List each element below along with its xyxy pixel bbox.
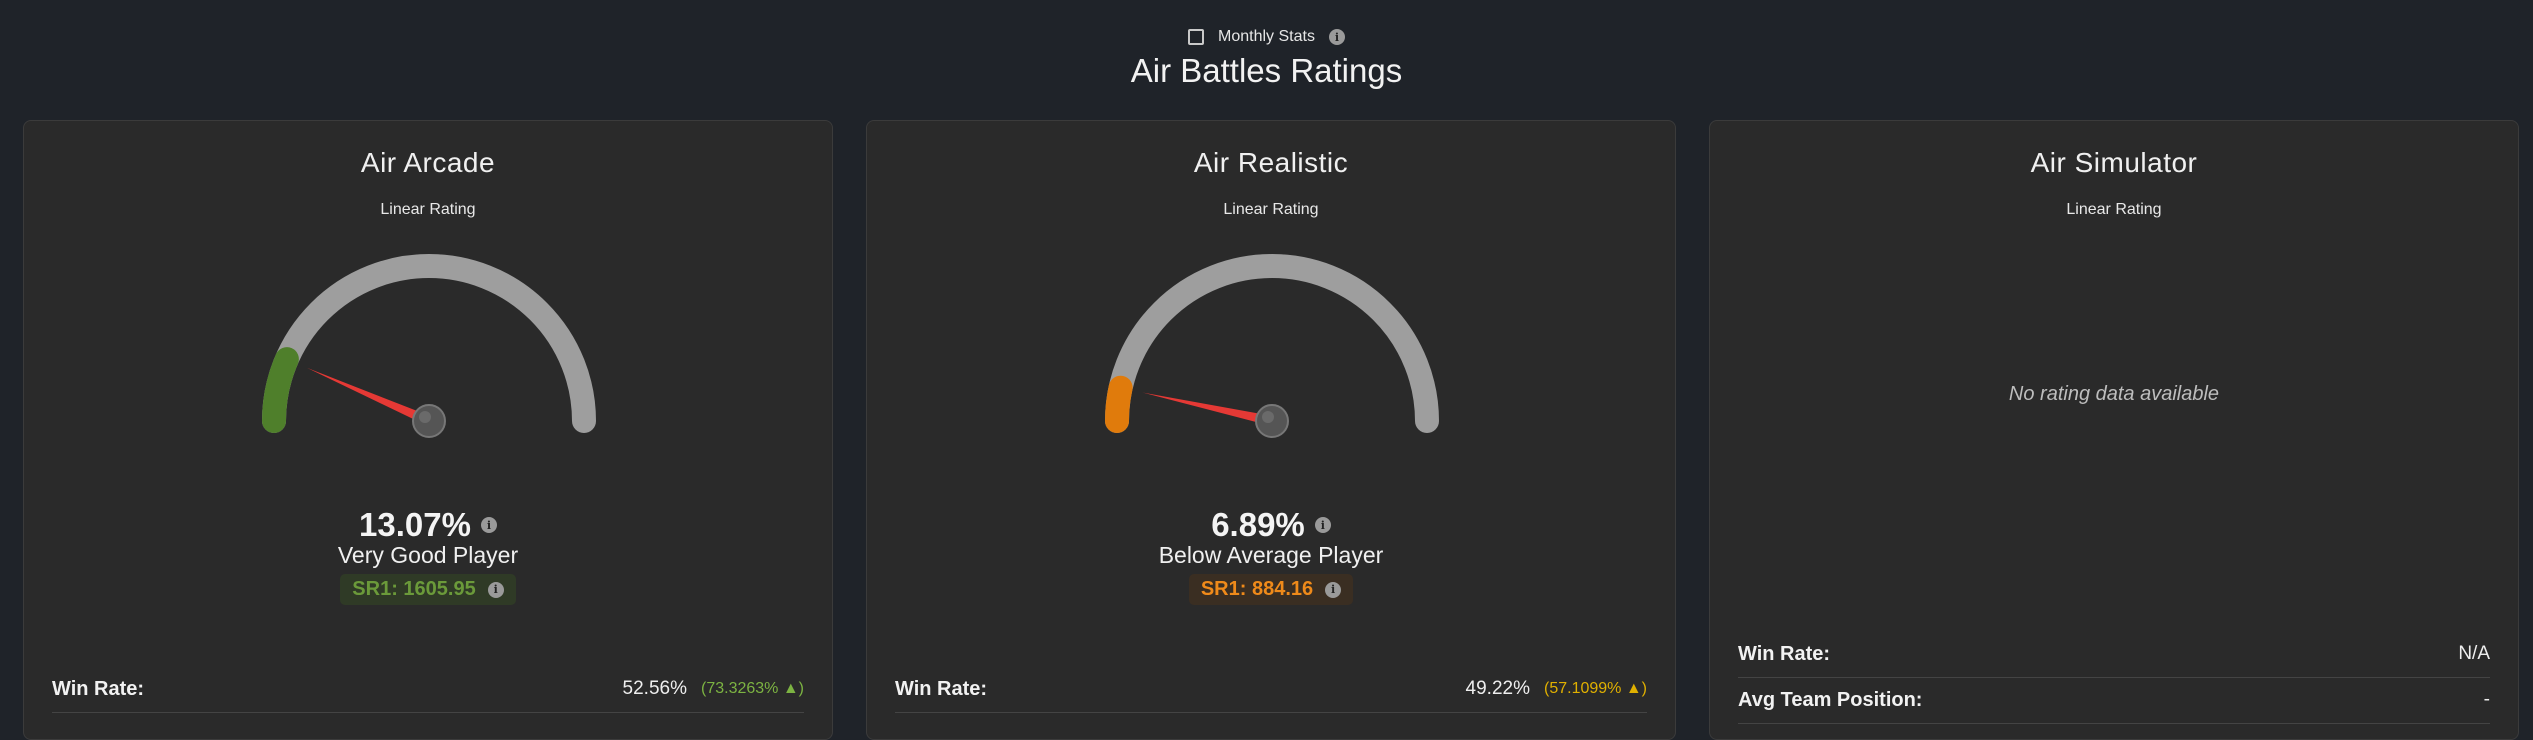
win-rate-label: Win Rate: [52, 677, 145, 700]
player-level-label: Below Average Player [1158, 542, 1384, 568]
card-title: Air Realistic [1193, 147, 1349, 178]
card-air-realistic: Air Realistic Linear Rating 6.89% i Belo… [866, 120, 1676, 740]
sr-badge: SR1: 884.16 i [1188, 574, 1354, 605]
win-rate-value: 49.22% [1465, 678, 1530, 699]
card-subtitle: Linear Rating [1223, 201, 1319, 218]
sr-value: SR1: 1605.95 [352, 578, 476, 600]
avg-team-position-row: Avg Team Position: - [1738, 677, 2490, 724]
gauge-level-arc [1105, 375, 1133, 433]
sr-value: SR1: 884.16 [1200, 578, 1314, 600]
player-level-label: Very Good Player [337, 542, 519, 568]
card-title: Air Simulator [2030, 147, 2198, 178]
win-rate-row: Win Rate: N/A [1738, 631, 2490, 678]
percentage-row: 6.89% i [867, 506, 1675, 544]
info-icon[interactable]: i [480, 517, 497, 533]
win-rate-value: 52.56% [622, 678, 687, 699]
win-rate-row: Win Rate: 49.22% (57.1099% ▲) [895, 666, 1647, 713]
monthly-stats-checkbox[interactable] [1188, 29, 1205, 45]
avg-team-position-label: Avg Team Position: [1738, 688, 1923, 711]
card-subtitle: Linear Rating [380, 201, 476, 218]
info-icon[interactable]: i [1325, 581, 1342, 598]
rating-gauge [262, 254, 596, 438]
win-rate-change: (57.1099% ▲) [1544, 680, 1647, 697]
info-icon[interactable]: i [487, 581, 504, 598]
rating-gauge [1105, 254, 1439, 438]
rating-percentage: 13.07% [359, 506, 471, 543]
card-title: Air Arcade [360, 147, 496, 178]
page-title: Air Battles Ratings [1130, 52, 1403, 89]
no-data-message: No rating data available [2008, 383, 2220, 405]
monthly-stats-toggle: Monthly Stats i [0, 22, 2533, 52]
info-icon[interactable]: i [1314, 517, 1331, 533]
card-air-arcade: Air Arcade Linear Rating 13.07% i Very G… [23, 120, 833, 740]
avg-team-position-value: - [2483, 689, 2490, 710]
rating-percentage: 6.89% [1211, 506, 1305, 543]
info-icon[interactable]: i [1328, 29, 1345, 45]
win-rate-value: N/A [2458, 643, 2490, 664]
gauge-needle [1142, 392, 1274, 426]
win-rate-row: Win Rate: 52.56% (73.3263% ▲) [52, 666, 804, 713]
sr-badge: SR1: 1605.95 i [340, 574, 516, 605]
monthly-stats-label: Monthly Stats [1218, 28, 1315, 45]
gauge-needle [307, 367, 431, 426]
card-air-simulator: Air Simulator Linear Rating No rating da… [1709, 120, 2519, 740]
gauge-track [262, 254, 596, 433]
win-rate-change: (73.3263% ▲) [701, 680, 804, 697]
gauge-level-arc [262, 347, 299, 433]
win-rate-label: Win Rate: [895, 677, 988, 700]
percentage-row: 13.07% i [24, 506, 832, 544]
win-rate-label: Win Rate: [1738, 642, 1831, 665]
card-subtitle: Linear Rating [2066, 201, 2162, 218]
